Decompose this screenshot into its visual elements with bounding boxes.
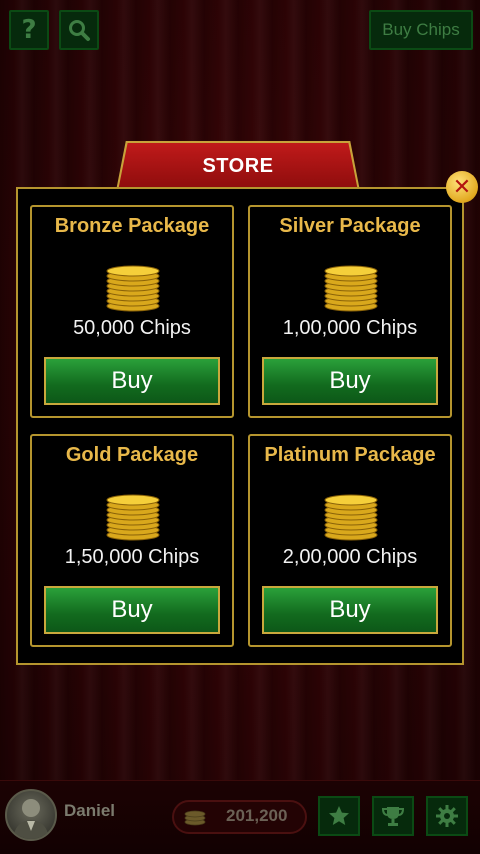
avatar-portrait xyxy=(13,799,49,839)
package-chips: 2,00,000 Chips xyxy=(282,546,418,568)
chip-balance: 201,200 xyxy=(226,806,288,825)
trophy-icon xyxy=(381,807,405,826)
store-panel: Bronze Package 50,000 Chips Buy Silver P… xyxy=(16,187,464,665)
package-chips: 1,00,000 Chips xyxy=(282,317,418,339)
leaderboard-button[interactable] xyxy=(372,796,414,836)
username: Daniel xyxy=(64,801,116,820)
coin-stack-icon xyxy=(106,265,160,312)
question-mark-icon: ? xyxy=(21,15,37,45)
store-title: STORE xyxy=(202,154,274,177)
package-chips: 1,50,000 Chips xyxy=(64,546,200,568)
buy-chips-button[interactable]: Buy Chips xyxy=(369,10,473,50)
buy-gold-button[interactable]: Buy xyxy=(44,586,220,634)
package-name: Bronze Package xyxy=(54,215,210,237)
package-card-bronze: Bronze Package 50,000 Chips Buy xyxy=(30,205,234,418)
coin-stack-icon xyxy=(324,494,378,541)
buy-silver-button[interactable]: Buy xyxy=(262,357,438,405)
settings-button[interactable] xyxy=(426,796,468,836)
package-card-gold: Gold Package 1,50,000 Chips Buy xyxy=(30,434,234,647)
package-card-silver: Silver Package 1,00,000 Chips Buy xyxy=(248,205,452,418)
package-card-platinum: Platinum Package 2,00,000 Chips Buy xyxy=(248,434,452,647)
help-button[interactable]: ? xyxy=(9,10,49,50)
package-name: Silver Package xyxy=(279,215,421,237)
search-button[interactable] xyxy=(59,10,99,50)
coin-stack-icon xyxy=(324,265,378,312)
buy-bronze-button[interactable]: Buy xyxy=(44,357,220,405)
coin-icon xyxy=(184,810,206,826)
package-name: Platinum Package xyxy=(264,444,436,466)
favorites-button[interactable] xyxy=(318,796,360,836)
avatar[interactable] xyxy=(5,789,57,841)
magnifier-icon xyxy=(69,20,90,41)
package-chips: 50,000 Chips xyxy=(73,317,191,339)
coin-stack-icon xyxy=(106,494,160,541)
close-x-icon: ✕ xyxy=(452,174,472,200)
gear-icon xyxy=(436,805,458,827)
star-icon xyxy=(329,806,349,825)
close-store-button[interactable]: ✕ xyxy=(446,171,478,203)
buy-platinum-button[interactable]: Buy xyxy=(262,586,438,634)
package-name: Gold Package xyxy=(65,444,199,466)
